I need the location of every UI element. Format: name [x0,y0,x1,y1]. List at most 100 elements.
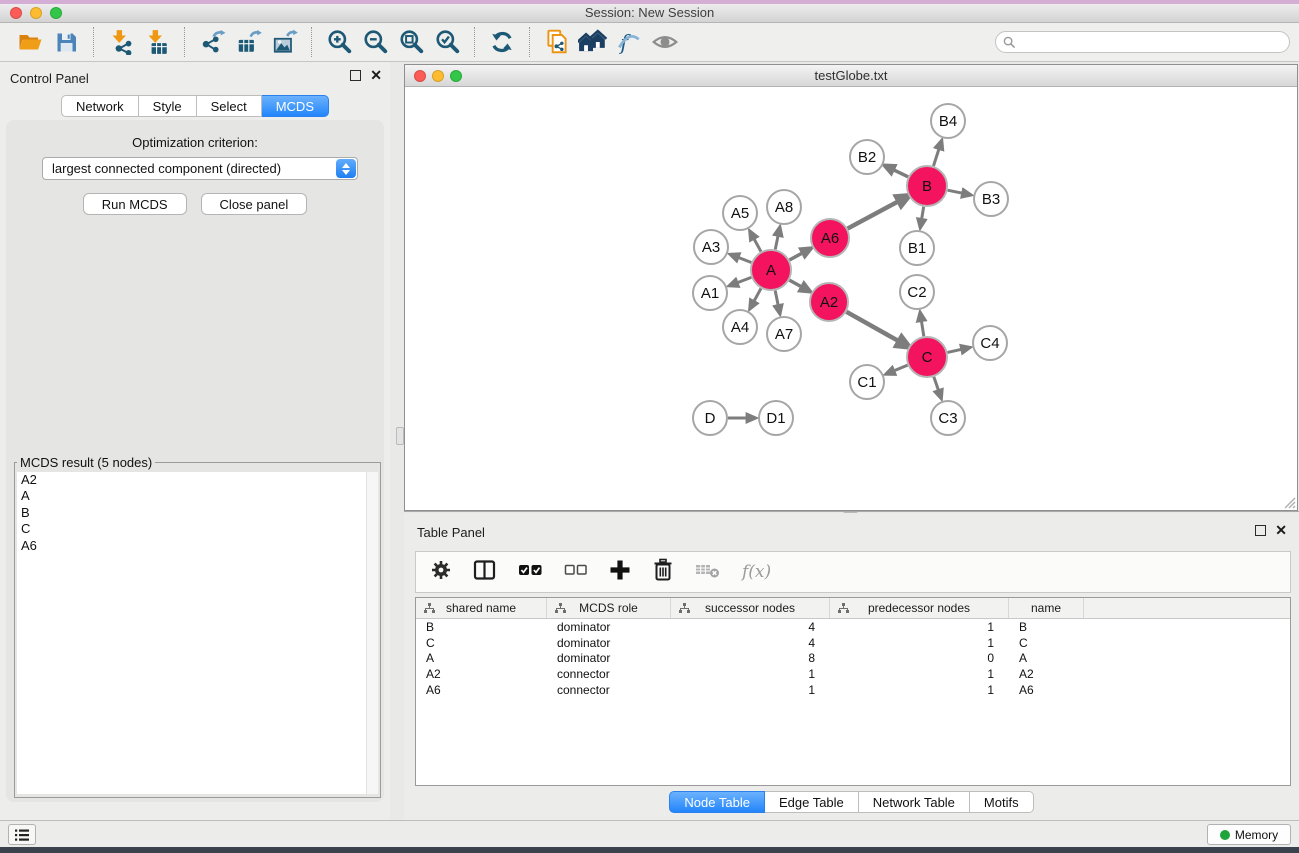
cell-predecessor-nodes[interactable]: 1 [830,667,1009,681]
cell-shared-name[interactable]: B [416,620,547,634]
edge-B-B2[interactable] [892,169,908,177]
edge-A6-B[interactable] [848,201,900,229]
edge-A-A2[interactable] [789,280,802,287]
edge-C-C4[interactable] [947,349,962,352]
edge-A2-C[interactable] [846,312,900,342]
import-table-icon[interactable] [139,27,175,57]
close-window-button[interactable] [10,7,22,19]
tab-network[interactable]: Network [61,95,139,117]
cell-successor-nodes[interactable]: 4 [671,620,830,634]
edge-A-A5[interactable] [753,238,761,252]
export-image-icon[interactable] [266,27,302,57]
close-table-panel-icon[interactable]: ✕ [1275,525,1287,536]
table-row[interactable]: Adominator80A [416,650,1290,666]
result-item[interactable]: A2 [17,472,366,488]
split-columns-icon[interactable] [473,559,497,586]
search-input[interactable] [1020,35,1270,49]
cell-successor-nodes[interactable]: 1 [671,683,830,697]
table-row[interactable]: Cdominator41C [416,635,1290,651]
export-network-icon[interactable] [194,27,230,57]
cell-MCDS-role[interactable]: connector [547,683,671,697]
edge-B-B4[interactable] [933,148,939,166]
duplicate-network-icon[interactable] [539,27,575,57]
table-row[interactable]: A2connector11A2 [416,666,1290,682]
minimize-window-button[interactable] [30,7,42,19]
tab-mcds[interactable]: MCDS [262,95,329,117]
edge-A-A8[interactable] [775,234,778,249]
column-header-successor-nodes[interactable]: successor nodes [671,598,830,618]
network-close-button[interactable] [414,70,426,82]
result-item[interactable]: A6 [17,538,366,554]
edge-B-B1[interactable] [921,207,923,221]
eye-icon[interactable] [647,27,683,57]
cell-predecessor-nodes[interactable]: 1 [830,683,1009,697]
settings-gear-icon[interactable] [430,559,452,586]
tab-network-table[interactable]: Network Table [859,791,970,813]
cell-successor-nodes[interactable]: 8 [671,651,830,665]
zoom-fit-icon[interactable] [393,27,429,57]
task-history-button[interactable] [8,824,36,845]
cell-name[interactable]: A6 [1009,683,1084,697]
tab-select[interactable]: Select [197,95,262,117]
edge-A-A7[interactable] [775,291,778,307]
network-canvas[interactable]: AA1A2A3A4A5A6A7A8BB1B2B3B4CC1C2C3C4DD1 [405,88,1297,510]
cell-name[interactable]: A [1009,651,1084,665]
main-titlebar[interactable]: Session: New Session [0,4,1299,23]
column-header-name[interactable]: name [1009,598,1084,618]
mcds-result-list[interactable]: A2ABCA6 [17,472,366,794]
cell-name[interactable]: B [1009,620,1084,634]
cell-MCDS-role[interactable]: connector [547,667,671,681]
cell-shared-name[interactable]: A6 [416,683,547,697]
cell-successor-nodes[interactable]: 1 [671,667,830,681]
edge-A-A1[interactable] [736,277,751,283]
cell-MCDS-role[interactable]: dominator [547,620,671,634]
result-item[interactable]: B [17,505,366,521]
search-field[interactable] [995,31,1290,53]
cell-predecessor-nodes[interactable]: 0 [830,651,1009,665]
network-window-titlebar[interactable]: testGlobe.txt [405,65,1297,87]
edge-A-A4[interactable] [753,288,761,302]
float-panel-icon[interactable] [350,70,361,81]
select-all-icon[interactable] [518,562,543,583]
import-network-icon[interactable] [103,27,139,57]
function-toggle-icon[interactable]: f [611,27,647,57]
save-session-icon[interactable] [48,27,84,57]
cell-name[interactable]: C [1009,636,1084,650]
run-mcds-button[interactable]: Run MCDS [83,193,187,215]
tab-edge-table[interactable]: Edge Table [765,791,859,813]
memory-button[interactable]: Memory [1207,824,1291,845]
close-panel-button[interactable]: Close panel [201,193,308,215]
float-table-panel-icon[interactable] [1255,525,1266,536]
tab-style[interactable]: Style [139,95,197,117]
network-minimize-button[interactable] [432,70,444,82]
zoom-in-icon[interactable] [321,27,357,57]
edge-B-B3[interactable] [948,190,964,193]
cell-MCDS-role[interactable]: dominator [547,636,671,650]
table-row[interactable]: Bdominator41B [416,619,1290,635]
edge-A-A3[interactable] [737,257,751,262]
resize-grip-icon[interactable] [1284,497,1296,509]
export-table-icon[interactable] [230,27,266,57]
result-item[interactable]: A [17,488,366,504]
network-zoom-button[interactable] [450,70,462,82]
cell-predecessor-nodes[interactable]: 1 [830,620,1009,634]
add-column-icon[interactable] [609,559,631,586]
zoom-window-button[interactable] [50,7,62,19]
table-row[interactable]: A6connector11A6 [416,682,1290,698]
function-builder-icon[interactable]: f(x) [742,562,771,582]
result-scrollbar[interactable] [366,472,378,794]
zoom-selected-icon[interactable] [429,27,465,57]
home-icon[interactable] [575,27,611,57]
column-header-shared-name[interactable]: shared name [416,598,547,618]
vertical-divider-handle[interactable] [396,427,404,445]
result-item[interactable]: C [17,521,366,537]
tab-node-table[interactable]: Node Table [669,791,765,813]
cell-predecessor-nodes[interactable]: 1 [830,636,1009,650]
edge-C-C3[interactable] [934,377,939,392]
cell-shared-name[interactable]: A [416,651,547,665]
close-panel-icon[interactable]: ✕ [370,70,382,81]
criterion-select[interactable]: largest connected component (directed) [42,157,358,180]
edge-C-C1[interactable] [893,365,908,371]
refresh-layout-icon[interactable] [484,27,520,57]
deselect-all-icon[interactable] [564,563,588,582]
